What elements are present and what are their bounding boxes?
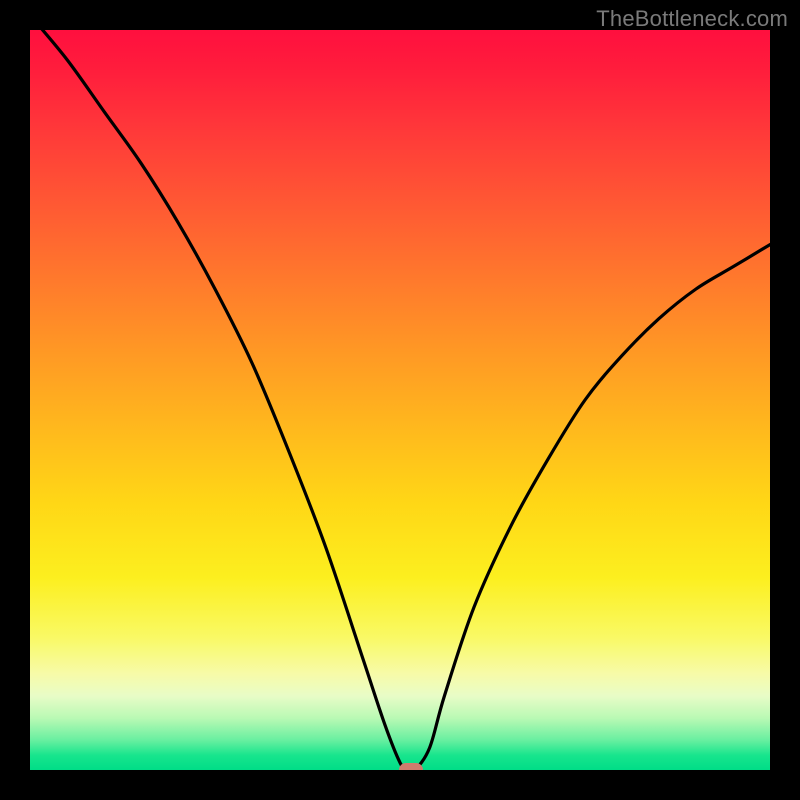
bottleneck-curve [30, 30, 770, 770]
plot-area [30, 30, 770, 770]
watermark-text: TheBottleneck.com [596, 6, 788, 32]
chart-frame: TheBottleneck.com [0, 0, 800, 800]
optimum-marker [399, 763, 423, 770]
